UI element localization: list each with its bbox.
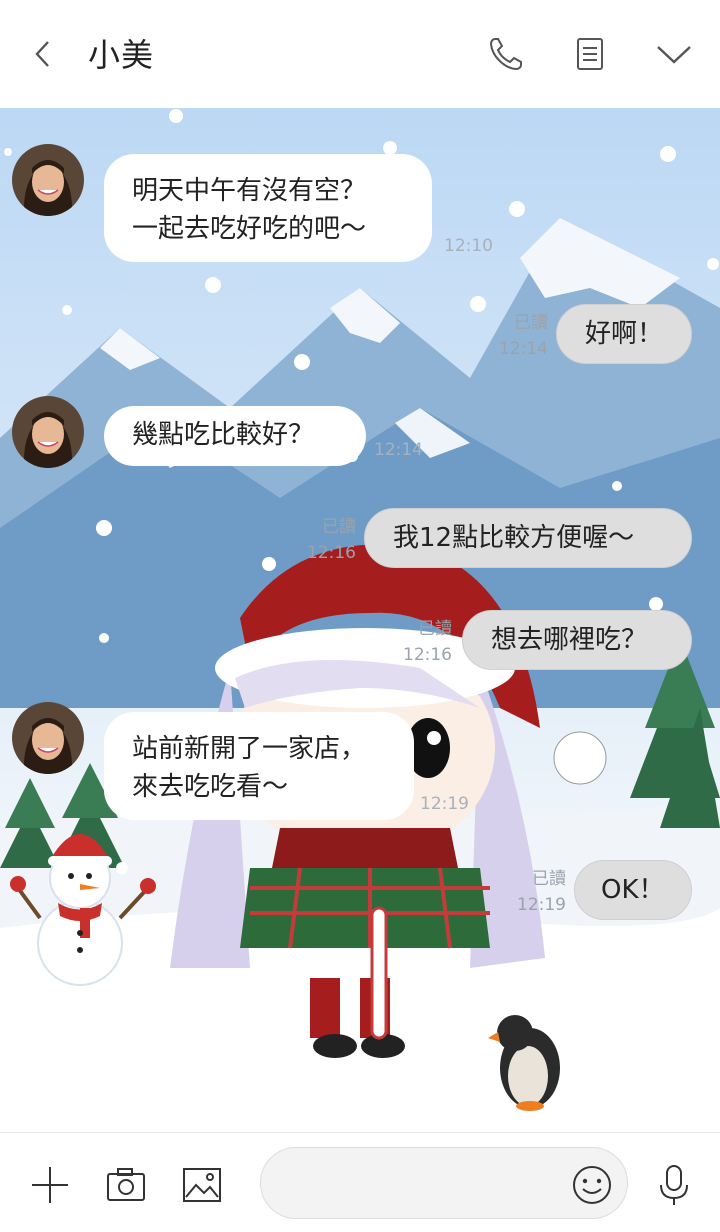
read-receipt: 已讀 [532,869,566,889]
message-bubble-incoming[interactable]: 明天中午有沒有空？ 一起去吃好吃的吧〜 [104,154,432,262]
message-bubble-outgoing[interactable]: 我12點比較方便喔〜 [364,508,692,568]
contact-avatar[interactable] [12,396,84,468]
message-bubble-incoming[interactable]: 幾點吃比較好？ [104,406,366,466]
chat-area[interactable]: 明天中午有沒有空？ 一起去吃好吃的吧〜 12:10 已讀 12:14 好啊！ 幾… [0,108,720,1132]
message-meta: 已讀 12:14 [496,310,548,362]
message-bubble-outgoing[interactable]: OK！ [574,860,692,920]
avatar-image [12,396,84,468]
chat-title: 小美 [88,36,155,74]
voice-button[interactable] [650,1161,698,1209]
contact-avatar[interactable] [12,702,84,774]
message-time: 12:14 [374,440,423,460]
read-receipt: 已讀 [514,313,548,333]
message-time: 12:19 [420,794,469,814]
message-meta: 已讀 12:16 [400,616,452,668]
read-receipt: 已讀 [418,619,452,639]
camera-button[interactable] [102,1161,150,1209]
gallery-button[interactable] [178,1161,226,1209]
back-button[interactable] [26,34,60,74]
emoji-button[interactable] [568,1161,616,1209]
plus-icon [32,1167,68,1203]
image-icon [183,1168,221,1202]
call-button[interactable] [484,32,528,76]
message-time: 12:19 [517,895,566,915]
read-receipt: 已讀 [322,517,356,537]
message-time: 12:16 [307,543,356,563]
chat-header: 小美 [0,0,720,108]
message-bubble-incoming[interactable]: 站前新開了一家店， 來去吃吃看〜 [104,712,414,820]
message-time: 12:10 [444,236,493,256]
message-time: 12:14 [499,339,548,359]
chevron-down-icon [657,46,691,64]
avatar-image [12,144,84,216]
chat-input-bar [0,1132,720,1232]
emoji-icon [573,1166,611,1204]
menu-button[interactable] [652,32,696,76]
message-meta: 已讀 12:19 [514,866,566,918]
message-meta: 已讀 12:16 [304,514,356,566]
avatar-image [12,702,84,774]
message-time: 12:16 [403,645,452,665]
message-bubble-outgoing[interactable]: 想去哪裡吃？ [462,610,692,670]
microphone-icon [660,1165,688,1205]
contact-avatar[interactable] [12,144,84,216]
phone-icon [489,38,522,71]
add-button[interactable] [26,1161,74,1209]
notes-icon [577,38,603,70]
notes-button[interactable] [568,32,612,76]
chevron-left-icon [35,41,49,67]
camera-icon [107,1168,145,1201]
message-bubble-outgoing[interactable]: 好啊！ [556,304,692,364]
